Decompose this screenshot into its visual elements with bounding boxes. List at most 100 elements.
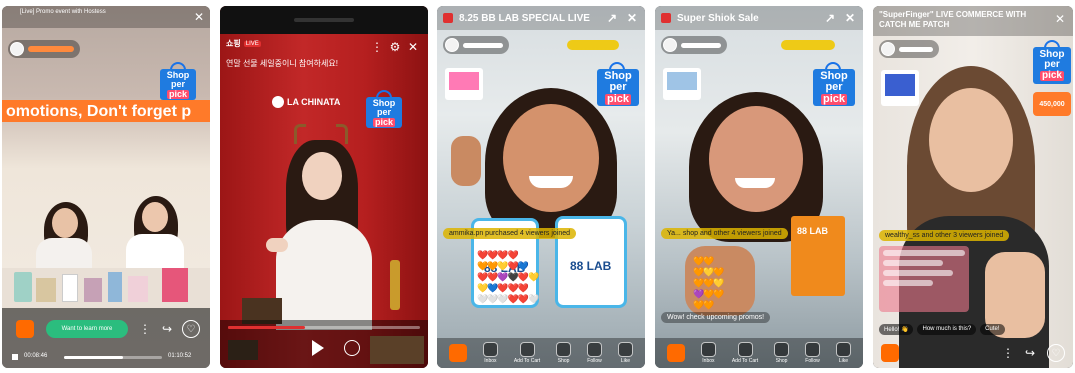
product-thumbnail[interactable] — [663, 68, 701, 100]
like-tool[interactable]: Like — [617, 342, 633, 364]
host-badge[interactable] — [8, 40, 80, 58]
follow-tool[interactable]: Follow — [805, 342, 821, 364]
shop-per-pick-logo[interactable]: Shop per pick — [813, 62, 855, 106]
add-to-cart-tool[interactable]: Add To Cart — [514, 342, 540, 364]
control-area — [2, 308, 210, 368]
bottom-toolbar: Inbox Add To Cart Shop Follow Like — [437, 338, 645, 368]
antler — [336, 124, 348, 144]
close-icon[interactable]: ✕ — [192, 10, 206, 24]
share-icon[interactable]: ↗ — [823, 11, 837, 25]
shopping-cart-button[interactable] — [881, 344, 899, 362]
shopping-cart-button[interactable] — [16, 320, 34, 338]
avatar — [881, 42, 895, 56]
pause-icon[interactable] — [12, 354, 18, 360]
product-box: 88 LAB — [791, 216, 845, 296]
host-body — [276, 220, 372, 330]
reply-how-much[interactable]: How much is this? — [917, 324, 977, 335]
host-badge[interactable] — [879, 40, 939, 58]
promo-banner: omotions, Don't forget p — [2, 100, 210, 122]
more-icon[interactable]: ⋮ — [370, 40, 384, 54]
share-icon[interactable]: ↗ — [605, 11, 619, 25]
heart-icon[interactable]: ♡ — [1047, 344, 1065, 362]
viewer-count — [567, 40, 619, 50]
top-bar: Super Shiok Sale ↗ ✕ — [655, 6, 863, 30]
inbox-tool[interactable]: Inbox — [700, 342, 716, 364]
chat-message: ammika.pn purchased 4 viewers joined — [443, 228, 577, 239]
stream-title: [Live] Promo event with Hostess — [20, 9, 106, 15]
time-current: 00:08:46 — [24, 353, 48, 359]
chat-message: Ya... shop and other 4 viewers joined — [661, 228, 788, 239]
shop-tool[interactable]: Shop — [774, 342, 790, 364]
antler — [294, 124, 306, 144]
close-icon[interactable]: ✕ — [625, 11, 639, 25]
close-icon[interactable]: ✕ — [1053, 12, 1067, 26]
product-display — [370, 336, 424, 364]
avatar — [445, 38, 459, 52]
avatar — [663, 38, 677, 52]
viewer-count — [781, 40, 835, 50]
stream-title: Super Shiok Sale — [677, 12, 759, 24]
share-icon[interactable]: ↪ — [1023, 346, 1037, 360]
replay-icon[interactable] — [344, 340, 360, 356]
livestream-card-1[interactable]: [Live] Promo event with Hostess ✕ Shop pe… — [2, 6, 210, 368]
device-top — [220, 6, 428, 34]
chat-message: wealthy_ss and other 3 viewers joined — [879, 230, 1010, 241]
play-icon[interactable] — [312, 340, 324, 356]
livestream-card-5[interactable]: "SuperFinger" LIVE COMMERCE WITH CATCH M… — [873, 6, 1073, 368]
host-badge[interactable] — [443, 36, 509, 54]
follow-tool[interactable]: Follow — [587, 342, 603, 364]
inbox-tool[interactable]: Inbox — [482, 342, 498, 364]
peace-hand — [451, 136, 481, 186]
top-bar: 8.25 BB LAB SPECIAL LIVE ↗ ✕ — [437, 6, 645, 30]
learn-more-button[interactable]: Want to learn more — [46, 320, 128, 338]
share-icon[interactable]: ↪ — [160, 322, 174, 336]
shop-per-pick-logo[interactable]: Shop per pick — [160, 62, 196, 100]
time-total: 01:10:52 — [168, 353, 192, 359]
close-icon[interactable]: ✕ — [843, 11, 857, 25]
product-bottle — [390, 260, 400, 310]
add-to-cart-tool[interactable]: Add To Cart — [732, 342, 758, 364]
livestream-card-3[interactable]: 8.25 BB LAB SPECIAL LIVE ↗ ✕ Shop per pick… — [437, 6, 645, 368]
reply-cute[interactable]: Cute! — [980, 324, 1005, 335]
bottom-toolbar: Inbox Add To Cart Shop Follow Like — [655, 338, 863, 368]
live-icon — [443, 13, 453, 23]
product-thumbnail[interactable] — [881, 70, 919, 106]
heart-icon[interactable]: ♡ — [182, 320, 200, 338]
promo-message: Wow! check upcoming promos! — [661, 312, 771, 323]
reaction-hearts: ❤️❤️❤️❤️ 🧡🧡💛❤️💙 ❤️❤️💜🖤❤️💛 💛💙❤️❤️❤️ 🤍🤍🤍❤️❤️🤍 — [477, 250, 539, 304]
stream-title: 8.25 BB LAB SPECIAL LIVE — [459, 12, 590, 24]
more-icon[interactable]: ⋮ — [138, 322, 152, 336]
progress-bar[interactable] — [228, 326, 420, 329]
shop-per-pick-logo[interactable]: Shop per pick — [366, 90, 402, 128]
reply-hello[interactable]: Hello! 👋 — [879, 324, 914, 335]
promo-banner-text: omotions, Don't forget p — [6, 103, 192, 120]
smile — [529, 176, 573, 188]
top-bar: "SuperFinger" LIVE COMMERCE WITH CATCH M… — [873, 6, 1073, 36]
product-thumbnail[interactable] — [228, 340, 258, 360]
avatar — [10, 42, 24, 56]
livestream-card-2[interactable]: 쇼핑 LIVE ⋮ ⚙ ✕ 연말 선물 세일중이니 참여하세요! LA CHIN… — [220, 6, 428, 368]
live-badge: 쇼핑 LIVE — [226, 39, 261, 48]
headline-text: 연말 선물 세일중이니 참여하세요! — [226, 59, 338, 68]
stream-title: "SuperFinger" LIVE COMMERCE WITH CATCH M… — [879, 10, 1027, 29]
product-thumbnail[interactable] — [445, 68, 483, 100]
reaction-hearts: 🧡🧡 🧡💛🧡 🧡🧡💛 💜🧡🧡 🧡🧡 — [693, 256, 725, 310]
progress-bar[interactable] — [64, 356, 162, 359]
livestream-card-4[interactable]: Super Shiok Sale ↗ ✕ Shop per pick 88 LAB … — [655, 6, 863, 368]
smile — [735, 178, 775, 188]
brand-logo: LA CHINATA — [272, 96, 340, 108]
host-badge[interactable] — [661, 36, 727, 54]
close-icon[interactable]: ✕ — [406, 40, 420, 54]
shop-per-pick-logo[interactable]: Shop per pick — [1033, 40, 1071, 84]
shop-per-pick-logo[interactable]: Shop per pick — [597, 62, 639, 106]
live-icon — [661, 13, 671, 23]
price-tag[interactable]: 450,000 — [1033, 92, 1071, 116]
more-icon[interactable]: ⋮ — [1001, 346, 1015, 360]
shopping-cart-button[interactable] — [666, 344, 685, 362]
shop-tool[interactable]: Shop — [556, 342, 572, 364]
quick-replies: Hello! 👋 How much is this? Cute! — [879, 324, 1005, 335]
header-strip: [Live] Promo event with Hostess ✕ — [2, 6, 210, 28]
shopping-cart-button[interactable] — [448, 344, 467, 362]
settings-icon[interactable]: ⚙ — [388, 40, 402, 54]
like-tool[interactable]: Like — [835, 342, 851, 364]
